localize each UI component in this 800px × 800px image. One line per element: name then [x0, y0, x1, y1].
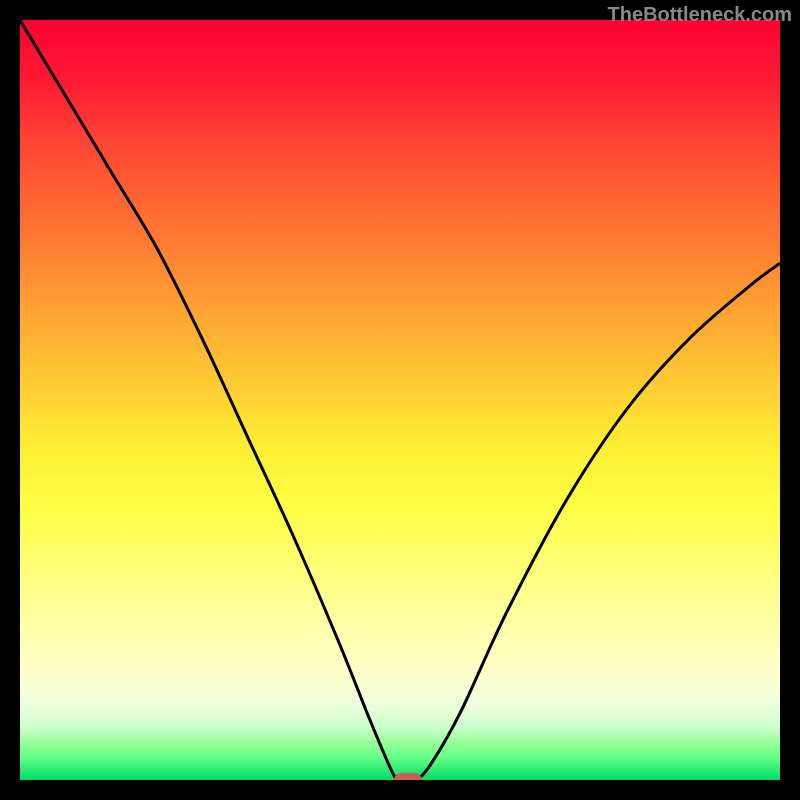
curve-svg	[20, 20, 780, 780]
chart-frame: TheBottleneck.com	[0, 0, 800, 800]
watermark-text: TheBottleneck.com	[608, 4, 792, 27]
bottleneck-curve	[20, 20, 780, 780]
plot-area	[20, 20, 780, 780]
optimum-marker	[394, 773, 422, 780]
